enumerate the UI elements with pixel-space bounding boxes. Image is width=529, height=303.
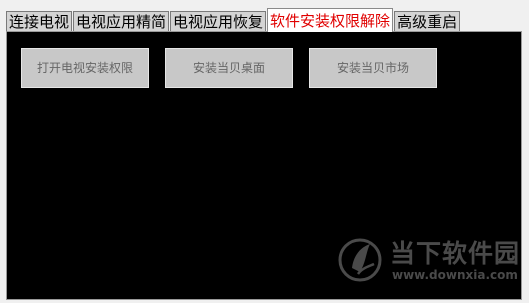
- watermark-site-name: 当下软件园: [390, 239, 521, 268]
- downxia-logo-icon: [338, 238, 382, 282]
- install-dangbei-desktop-button[interactable]: 安装当贝桌面: [165, 48, 293, 88]
- watermark-url: www.downxia.com: [392, 268, 518, 282]
- tab-bar: 连接电视 电视应用精简 电视应用恢复 软件安装权限解除 高级重启: [6, 8, 461, 32]
- install-dangbei-market-button[interactable]: 安装当贝市场: [309, 48, 437, 88]
- tab-tv-app-debloat[interactable]: 电视应用精简: [73, 11, 170, 32]
- tab-advanced-reboot[interactable]: 高级重启: [394, 11, 461, 32]
- watermark: 当下软件园 www.downxia.com: [336, 234, 526, 294]
- tab-install-permission-unlock[interactable]: 软件安装权限解除: [267, 8, 394, 32]
- app-window: 连接电视 电视应用精简 电视应用恢复 软件安装权限解除 高级重启 打开电视安装权…: [0, 0, 529, 303]
- tab-connect-tv[interactable]: 连接电视: [6, 11, 73, 32]
- open-tv-install-permission-button[interactable]: 打开电视安装权限: [21, 48, 149, 88]
- tab-tv-app-restore[interactable]: 电视应用恢复: [170, 11, 267, 32]
